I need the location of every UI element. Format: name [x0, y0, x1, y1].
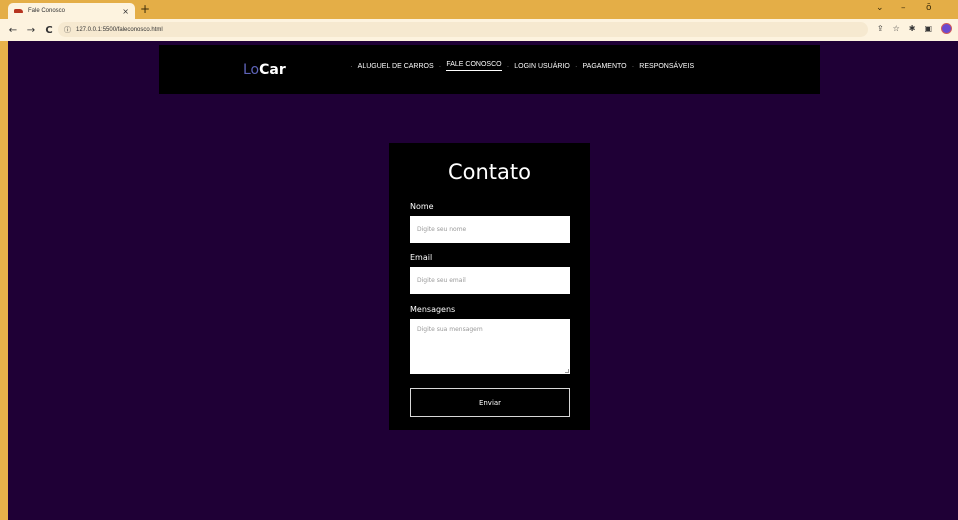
forward-button[interactable]: →: [26, 25, 36, 36]
profile-avatar[interactable]: [941, 23, 952, 34]
nav-link-responsaveis[interactable]: RESPONSÁVEIS: [639, 63, 694, 70]
logo-prefix: Lo: [243, 62, 260, 78]
message-placeholder: Digite sua mensagem: [417, 326, 483, 333]
nav-separator: ·: [350, 61, 353, 71]
chevron-down-icon[interactable]: ⌄: [876, 3, 884, 13]
sidebar-icon[interactable]: ▣: [924, 24, 932, 33]
nav-link-pagamento[interactable]: PAGAMENTO: [583, 63, 627, 70]
site-logo[interactable]: LoCar: [243, 62, 286, 78]
contact-form: Contato Nome Digite seu nome Email Digit…: [389, 143, 590, 430]
minimize-button[interactable]: –: [901, 3, 906, 13]
car-icon: [14, 9, 23, 13]
site-navbar: LoCar · ALUGUEL DE CARROS · FALE CONOSCO…: [159, 45, 820, 94]
email-placeholder: Digite seu email: [417, 277, 466, 284]
toolbar-icons: ⇪ ☆ ✱ ▣: [877, 23, 952, 34]
browser-tab-strip: Fale Conosco × + ⌄ – ō: [0, 0, 958, 19]
email-label: Email: [410, 253, 433, 262]
extensions-icon[interactable]: ✱: [909, 24, 916, 33]
email-input[interactable]: Digite seu email: [410, 267, 570, 294]
message-textarea[interactable]: Digite sua mensagem: [410, 319, 570, 374]
nav-link-login[interactable]: LOGIN USUÁRIO: [514, 63, 570, 70]
browser-toolbar: ← → C ⓘ 127.0.0.1:5500/faleconosco.html …: [0, 19, 958, 41]
back-button[interactable]: ←: [8, 25, 18, 36]
close-tab-icon[interactable]: ×: [122, 7, 129, 16]
nav-link-fale-conosco[interactable]: FALE CONOSCO: [446, 61, 502, 71]
maximize-button[interactable]: ō: [926, 3, 932, 13]
share-icon[interactable]: ⇪: [877, 24, 884, 33]
name-label: Nome: [410, 202, 434, 211]
browser-tab[interactable]: Fale Conosco ×: [8, 3, 135, 19]
nav-link-aluguel[interactable]: ALUGUEL DE CARROS: [358, 63, 434, 70]
nav-separator: ·: [438, 61, 442, 71]
submit-button[interactable]: Enviar: [410, 388, 570, 417]
page-content: LoCar · ALUGUEL DE CARROS · FALE CONOSCO…: [8, 41, 958, 520]
name-input[interactable]: Digite seu nome: [410, 216, 570, 243]
nav-separator: ·: [574, 61, 578, 71]
message-label: Mensagens: [410, 305, 456, 314]
address-bar[interactable]: ⓘ 127.0.0.1:5500/faleconosco.html: [58, 22, 868, 37]
info-icon[interactable]: ⓘ: [64, 25, 71, 35]
nav-links: · ALUGUEL DE CARROS · FALE CONOSCO · LOG…: [345, 61, 694, 71]
reload-button[interactable]: C: [44, 25, 54, 36]
nav-separator: ·: [506, 61, 510, 71]
form-title: Contato: [447, 160, 531, 184]
tab-title: Fale Conosco: [28, 8, 66, 14]
new-tab-button[interactable]: +: [140, 3, 150, 16]
logo-suffix: Car: [259, 62, 286, 78]
name-placeholder: Digite seu nome: [417, 226, 467, 233]
star-icon[interactable]: ☆: [893, 24, 900, 33]
resize-handle-icon[interactable]: [565, 369, 569, 373]
url-text: 127.0.0.1:5500/faleconosco.html: [76, 26, 163, 33]
nav-separator: ·: [631, 61, 635, 71]
